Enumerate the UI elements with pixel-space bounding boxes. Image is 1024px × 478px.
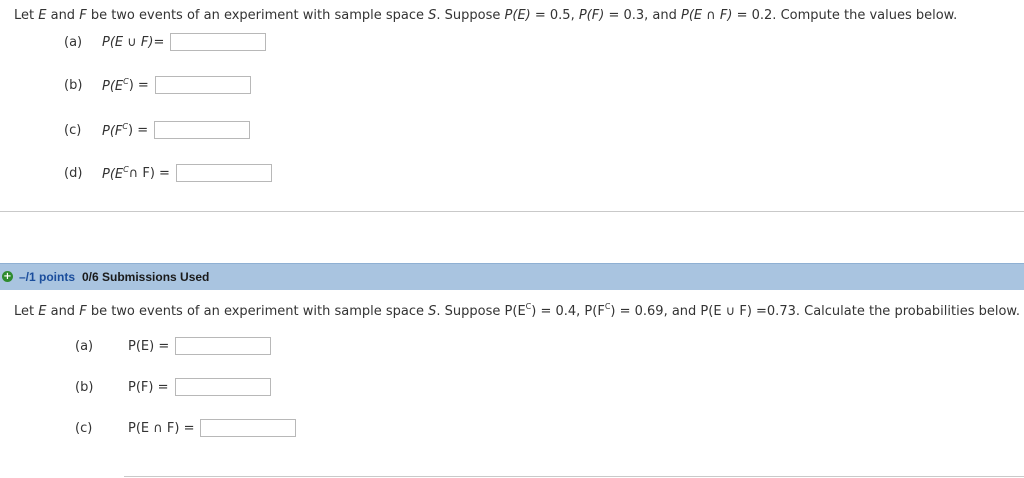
- question-expression: P(E ∩ F) =: [128, 420, 195, 436]
- answer-input[interactable]: [175, 164, 272, 182]
- problem2-header-bar: + –/1 points 0/6 Submissions Used: [0, 263, 1024, 290]
- submissions-label: 0/6 Submissions Used: [82, 270, 210, 284]
- problem2-question-b: (b) P(F) =: [75, 378, 271, 396]
- section-divider: [0, 211, 1024, 212]
- answer-input[interactable]: [175, 337, 272, 355]
- answer-input[interactable]: [200, 419, 297, 437]
- problem1-question-c: (c) P(FC ) =: [64, 121, 251, 139]
- question-label: (b): [75, 379, 94, 395]
- question-expression: P(EC: [102, 164, 129, 182]
- question-expression: P(F) =: [128, 379, 169, 395]
- problem1-question-d: (d) P(EC ∩ F) =: [64, 164, 272, 182]
- question-expression: P(EC: [102, 76, 129, 94]
- problem2-statement: Let E and F be two events of an experime…: [14, 302, 1021, 319]
- bottom-divider: [124, 476, 1024, 477]
- question-expression: P(E) =: [128, 338, 170, 354]
- question-label: (d): [64, 165, 83, 181]
- problem1-question-b: (b) P(EC) =: [64, 76, 251, 94]
- problem2-question-a: (a) P(E) =: [75, 337, 272, 355]
- answer-input[interactable]: [170, 33, 267, 51]
- answer-input[interactable]: [154, 76, 251, 94]
- points-label: –/1 points: [19, 270, 76, 284]
- answer-input[interactable]: [174, 378, 271, 396]
- problem2-question-c: (c) P(E ∩ F) =: [75, 419, 297, 437]
- question-label: (a): [64, 34, 83, 50]
- question-label: (c): [75, 420, 93, 436]
- question-expression: P(FC: [102, 121, 128, 139]
- question-label: (c): [64, 122, 82, 138]
- problem1-statement: Let E and F be two events of an experime…: [14, 8, 958, 23]
- question-expression: P(E ∪ F): [102, 34, 154, 50]
- plus-circle-icon[interactable]: +: [2, 271, 13, 282]
- question-label: (a): [75, 338, 94, 354]
- question-label: (b): [64, 77, 83, 93]
- answer-input[interactable]: [154, 121, 251, 139]
- problem1-question-a: (a) P(E ∪ F) =: [64, 33, 267, 51]
